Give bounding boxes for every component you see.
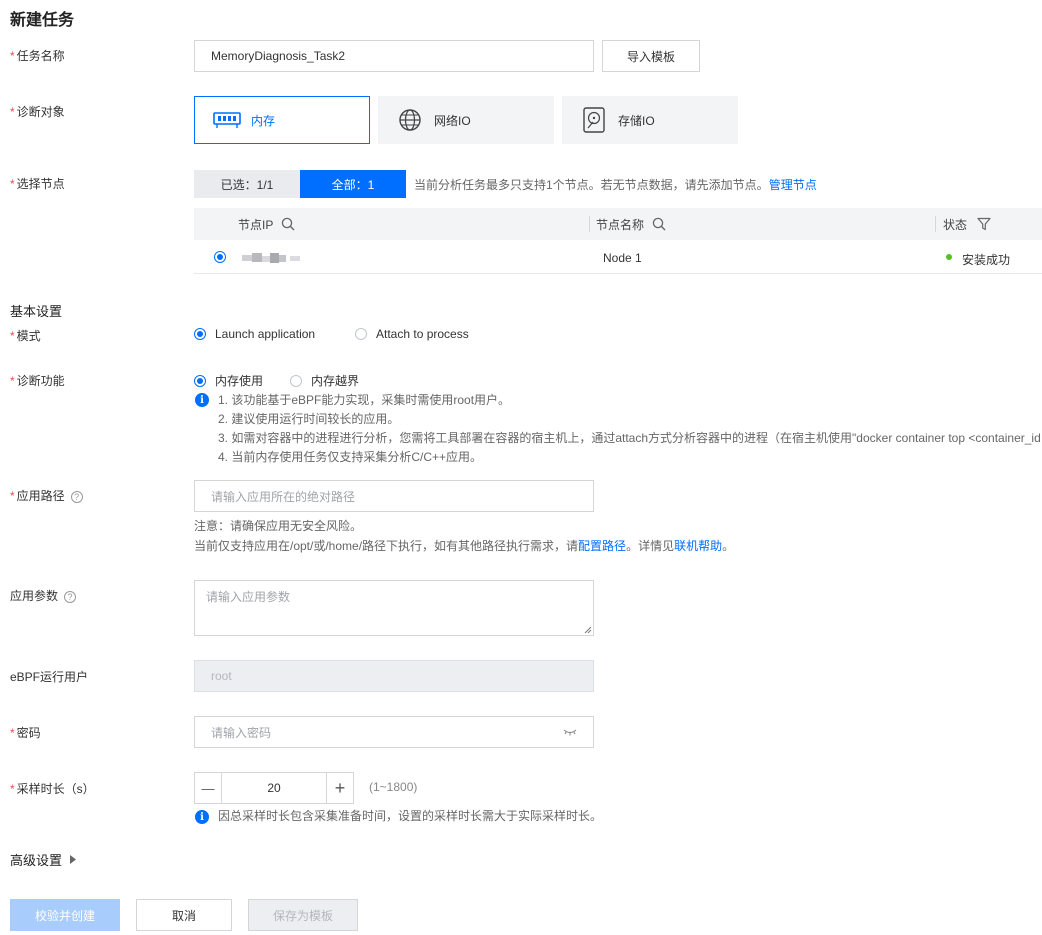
page-title: 新建任务 — [10, 12, 75, 29]
hard-disk-icon — [580, 106, 608, 134]
ebpf-user-input: root — [194, 660, 594, 692]
tab-selected-nodes[interactable]: 已选：1/1 — [194, 170, 300, 198]
duration-stepper[interactable]: — 20 + — [194, 772, 354, 804]
duration-range: (1~1800) — [369, 780, 418, 794]
password-input[interactable]: 请输入密码 — [194, 716, 594, 748]
info-icon: i — [195, 393, 209, 407]
help-icon[interactable]: ? — [70, 490, 83, 503]
status-dot — [946, 254, 952, 260]
mode-label: * 模式 — [10, 329, 41, 343]
radio-memory-usage[interactable] — [194, 374, 206, 387]
feature-option-memory-usage[interactable]: 内存使用 — [194, 372, 263, 389]
globe-icon — [396, 106, 424, 134]
advanced-settings-toggle[interactable]: 高级设置 — [10, 850, 77, 869]
eye-closed-icon[interactable] — [563, 728, 577, 736]
app-path-label: * 应用路径? — [10, 487, 83, 504]
config-path-link[interactable]: 配置路径 — [578, 539, 626, 553]
cancel-button[interactable]: 取消 — [136, 899, 232, 931]
radio-launch[interactable] — [194, 328, 206, 340]
radio-attach[interactable] — [355, 328, 367, 340]
feature-option-memory-overflow[interactable]: 内存越界 — [290, 372, 359, 389]
task-name-label: * 任务名称 — [10, 49, 65, 63]
search-icon[interactable] — [652, 217, 666, 231]
app-path-note-1: 注意：请确保应用无安全风险。 — [194, 519, 363, 533]
node-row-radio[interactable] — [214, 251, 226, 266]
minus-button[interactable]: — — [195, 773, 222, 803]
node-status: 安装成功 — [962, 253, 1011, 267]
save-template-button[interactable]: 保存为模板 — [248, 899, 358, 931]
resize-handle-icon — [584, 626, 592, 634]
basic-settings-title: 基本设置 — [10, 304, 63, 319]
duration-label: * 采样时长（s） — [10, 782, 95, 796]
plus-button[interactable]: + — [326, 773, 353, 803]
column-divider — [935, 216, 936, 232]
duration-note: 因总采样时长包含采集准备时间，设置的采样时长需大于实际采样时长。 — [218, 809, 603, 823]
duration-value[interactable]: 20 — [222, 773, 326, 803]
target-option-memory[interactable]: 内存 — [194, 96, 370, 144]
filter-icon[interactable] — [977, 217, 991, 231]
online-help-link[interactable]: 联机帮助 — [674, 539, 722, 553]
memory-chip-icon — [213, 106, 241, 134]
tab-all-nodes[interactable]: 全部：1 — [300, 170, 406, 198]
node-ip-masked — [242, 252, 304, 263]
target-option-storage-io[interactable]: 存储IO — [562, 96, 738, 144]
validate-create-button[interactable]: 校验并创建 — [10, 899, 120, 931]
feature-notes: 1. 该功能基于eBPF能力实现，采集时需使用root用户。 2. 建议使用运行… — [218, 393, 1041, 464]
info-icon: i — [195, 810, 209, 824]
password-label: * 密码 — [10, 726, 41, 740]
nodes-label: * 选择节点 — [10, 177, 65, 191]
node-name: Node 1 — [603, 251, 642, 265]
mode-option-launch[interactable]: Launch application — [194, 327, 315, 341]
task-name-input[interactable]: MemoryDiagnosis_Task2 — [194, 40, 594, 72]
column-node-name: 节点名称 — [596, 208, 666, 240]
manage-nodes-link[interactable]: 管理节点 — [769, 178, 817, 192]
nodes-hint: 当前分析任务最多只支持1个节点。若无节点数据，请先添加节点。管理节点 — [414, 178, 817, 192]
help-icon[interactable]: ? — [64, 590, 77, 603]
column-status: 状态 — [943, 208, 991, 240]
column-node-ip: 节点IP — [238, 208, 295, 240]
app-path-input[interactable]: 请输入应用所在的绝对路径 — [194, 480, 594, 512]
app-args-textarea[interactable]: 请输入应用参数 — [194, 580, 594, 636]
caret-right-icon — [70, 855, 77, 864]
import-template-button[interactable]: 导入模板 — [602, 40, 700, 72]
target-option-network-io[interactable]: 网络IO — [378, 96, 554, 144]
radio-memory-overflow[interactable] — [290, 374, 302, 387]
mode-option-attach[interactable]: Attach to process — [355, 327, 469, 341]
app-args-label: 应用参数? — [10, 587, 77, 604]
column-divider — [589, 216, 590, 232]
app-path-note-2: 当前仅支持应用在/opt/或/home/路径下执行，如有其他路径执行需求，请配置… — [194, 539, 735, 553]
target-label: * 诊断对象 — [10, 105, 65, 119]
search-icon[interactable] — [281, 217, 295, 231]
feature-label: * 诊断功能 — [10, 374, 65, 388]
ebpf-user-label: eBPF运行用户 — [10, 670, 89, 684]
